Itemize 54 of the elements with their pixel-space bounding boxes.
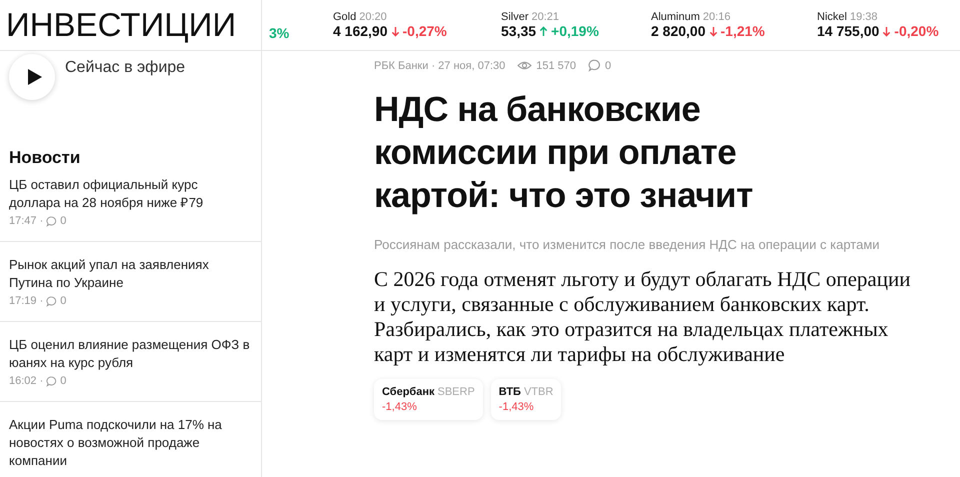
ticker-time: 20:16	[702, 11, 730, 23]
stock-change: -1,43%	[498, 401, 535, 413]
arrow-down-icon	[390, 26, 400, 36]
comment-icon	[46, 376, 58, 386]
news-link[interactable]: ЦБ оставил официальный курс доллара на 28 ноября ниже ₽79	[9, 176, 252, 212]
ticker-time: 20:21	[532, 11, 560, 23]
comment-icon	[46, 296, 58, 306]
news-link[interactable]: Рынок акций упал на заявлениях Путина по Украине	[9, 256, 252, 292]
news-link[interactable]: ЦБ оценил влияние размещения ОФЗ в юанях на курс рубля	[9, 336, 252, 372]
ticker-change: -1,21%	[720, 23, 765, 39]
arrow-down-icon	[882, 26, 892, 36]
comment-count: 0	[60, 375, 66, 387]
comment-icon	[46, 216, 58, 226]
ticker-value: 4 162,90	[333, 23, 388, 39]
ticker-change: -0,27%	[402, 23, 447, 39]
comment-count: 0	[60, 295, 66, 307]
ticker-value: 53,35	[501, 23, 536, 39]
stock-card[interactable]: Сбербанк SBERP -1,43%	[374, 379, 483, 420]
ticker-value: 2 820,00	[651, 23, 706, 39]
news-heading: Новости	[9, 148, 82, 168]
ticker-name: Gold	[333, 11, 356, 23]
ticker-value: 14 755,00	[817, 23, 880, 39]
news-link[interactable]: Акции Puma подскочили на 17% на новостях о возможной продаже компании	[9, 416, 252, 470]
play-button[interactable]	[9, 54, 55, 100]
stock-name: ВТБ	[498, 386, 521, 398]
ticker-name: Nickel	[817, 11, 847, 23]
site-logo[interactable]: ИНВЕСТИЦИИ	[0, 0, 262, 50]
ticker-name: Silver	[501, 11, 529, 23]
stock-ticker: SBERP	[438, 386, 475, 398]
article-title: НДС на банковские комиссии при оплате картой: что это значит	[374, 89, 754, 217]
ticker-name: Aluminum	[651, 11, 700, 23]
article-lead: С 2026 года отменят льготу и будут облагать НДС операции и услуги, связанные с обслуживанием банковских карт. Разбирались, как это отразится на владельцах платежных карт и изменятся ли тарифы на обслуживание	[374, 267, 912, 367]
stock-ticker: VTBR	[524, 386, 554, 398]
ticker-time: 20:20	[359, 11, 387, 23]
stock-card[interactable]: ВТБ VTBR -1,43%	[490, 379, 562, 420]
news-time: 17:47 ·	[9, 215, 44, 227]
news-time: 17:19 ·	[9, 295, 44, 307]
news-time: 16:02 ·	[9, 375, 44, 387]
ticker-time: 19:38	[850, 11, 878, 23]
arrow-up-icon	[539, 26, 548, 36]
arrow-down-icon	[708, 26, 718, 36]
ticker-change: 3%	[269, 25, 290, 41]
ticker-change: +0,19%	[551, 23, 599, 39]
comment-icon	[588, 59, 602, 72]
article-byline: РБК Банки · 27 ноя, 07:30	[374, 60, 506, 72]
stock-name: Сбербанк	[382, 386, 434, 398]
comment-count: 0	[605, 60, 612, 72]
stock-change: -1,43%	[382, 401, 418, 413]
article-subtitle: Россиянам рассказали, что изменится после введения НДС на операции с картами	[374, 236, 881, 254]
live-link[interactable]: Сейчас в эфире	[65, 59, 186, 77]
ticker-change: -0,20%	[894, 23, 939, 39]
comment-count: 0	[60, 215, 66, 227]
eye-icon	[517, 60, 532, 71]
view-count: 151 570	[536, 60, 576, 72]
